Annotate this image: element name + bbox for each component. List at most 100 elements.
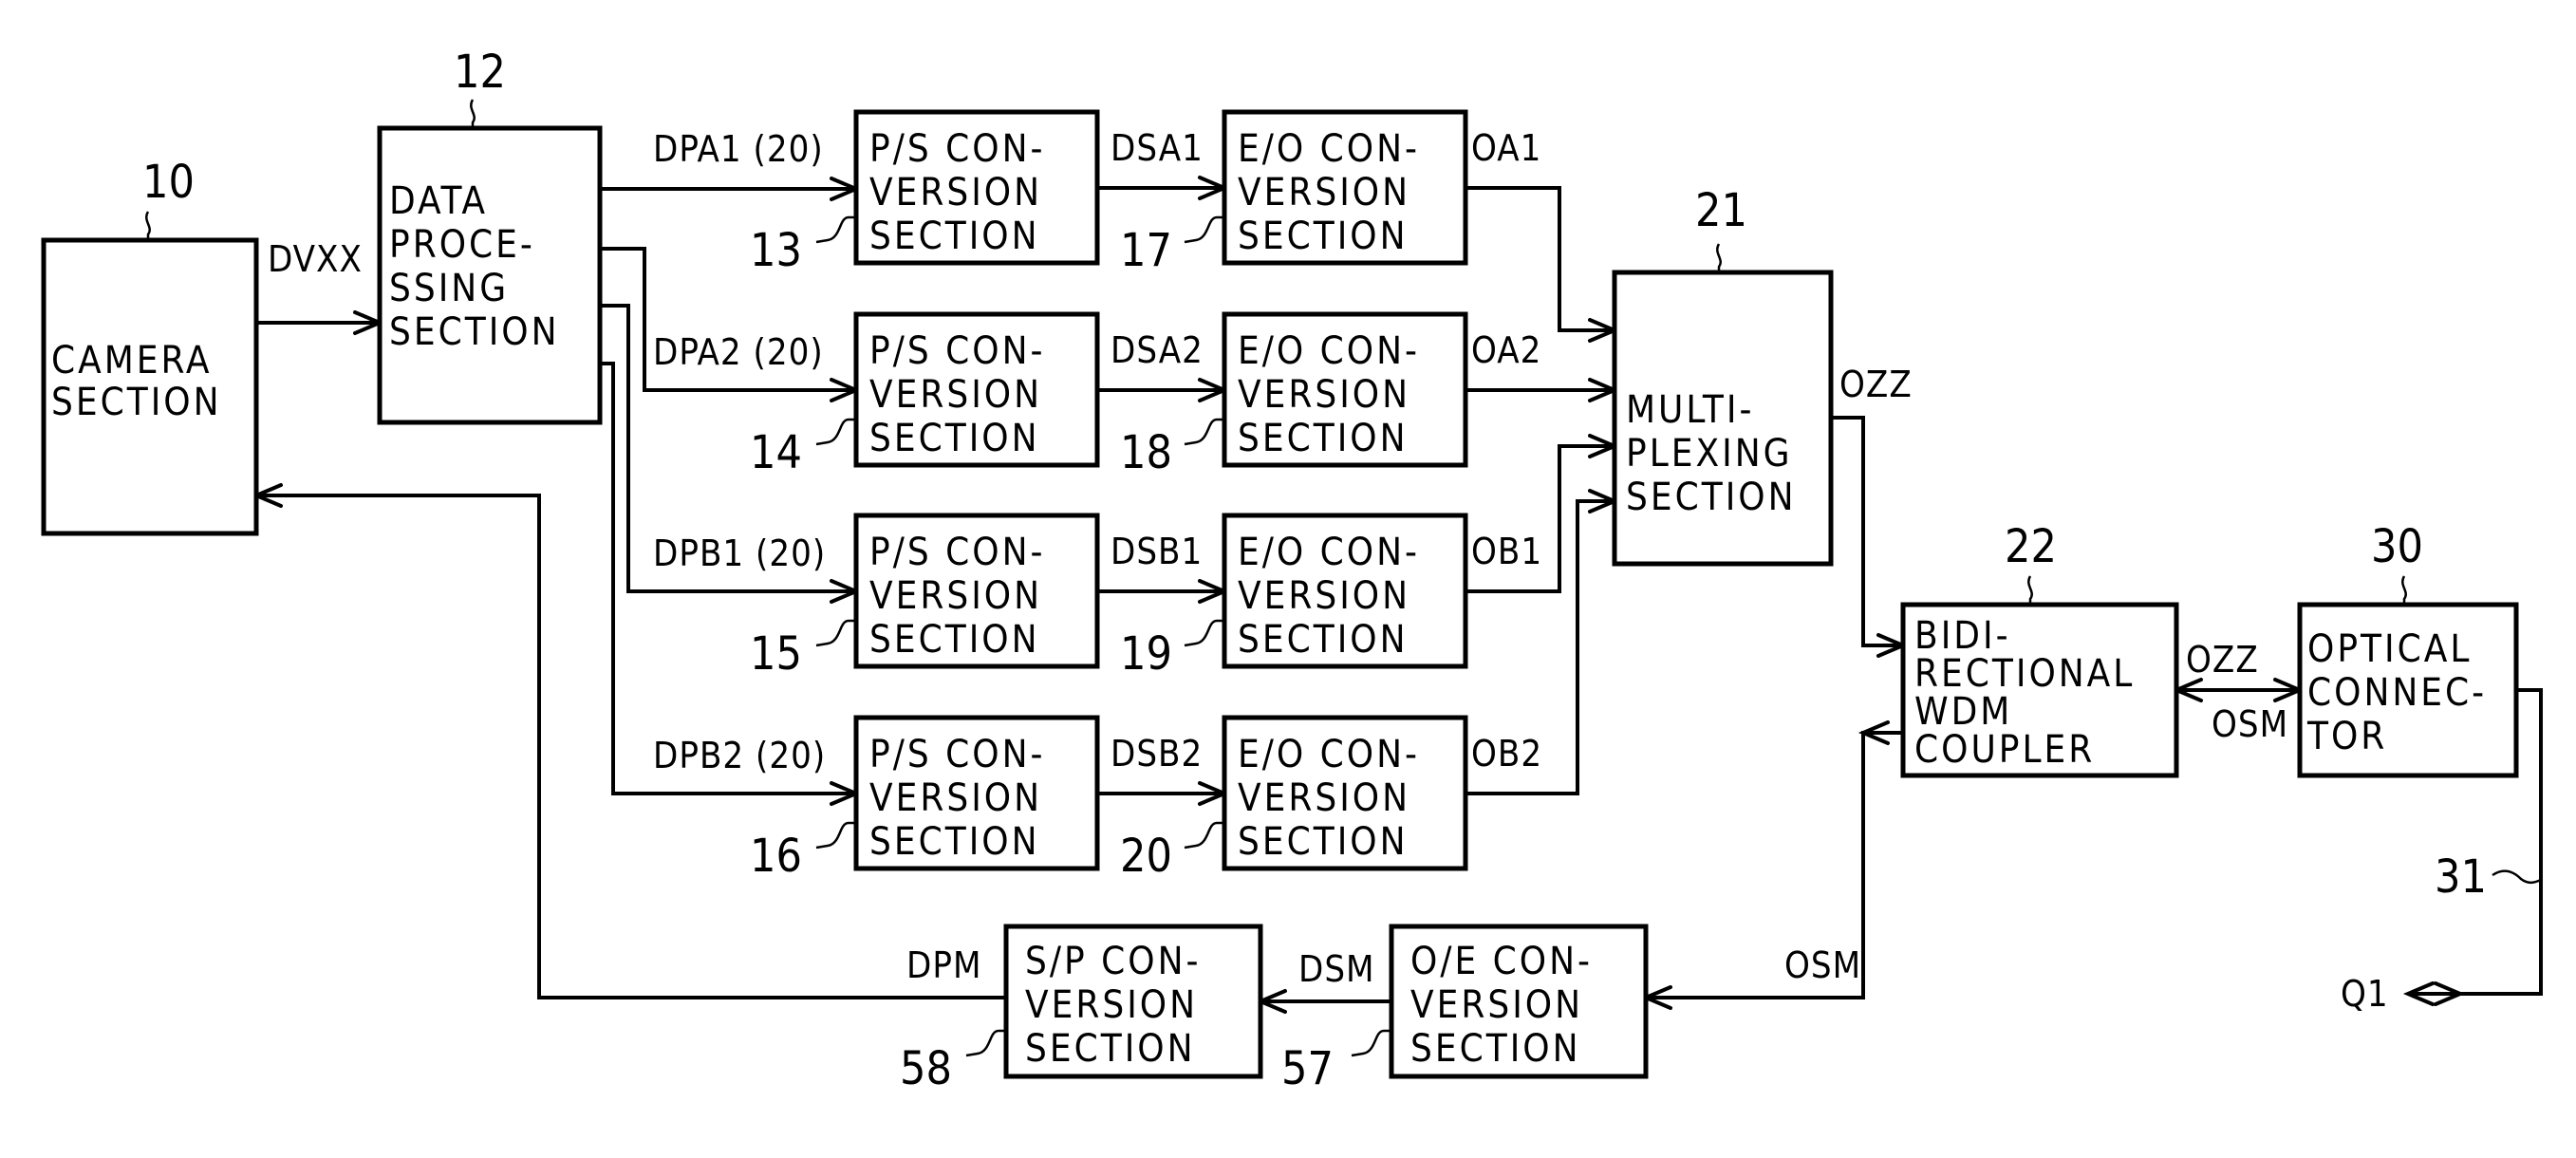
signal-label-dsb2: DSB2 bbox=[1111, 733, 1203, 775]
eo-20-block: E/O CON-VERSIONSECTION bbox=[1222, 715, 1468, 871]
optical-connector-block: OPTICALCONNEC-TOR bbox=[2297, 602, 2519, 778]
leader-line bbox=[815, 215, 856, 244]
leader-line bbox=[2401, 575, 2407, 605]
signal-label-ozz-link: OZZ bbox=[2186, 639, 2259, 681]
optical-connector-label-line: CONNEC- bbox=[2307, 671, 2487, 715]
eo-18-label-line: VERSION bbox=[1238, 373, 1410, 417]
ref-numeral-13: 13 bbox=[750, 224, 802, 277]
eo-18-label-line: SECTION bbox=[1238, 417, 1409, 460]
eo-19-label-line: SECTION bbox=[1238, 618, 1409, 662]
block-diagram: CAMERASECTION10 DATAPROCE-SSINGSECTION12P… bbox=[0, 0, 2576, 1158]
data-processing-label-line: PROCE- bbox=[389, 223, 535, 267]
data-processing-label-line: SSING bbox=[389, 267, 509, 310]
multiplexing-block: MULTI-PLEXINGSECTION bbox=[1612, 270, 1834, 567]
ref-numeral-20: 20 bbox=[1120, 830, 1172, 883]
optical-connector-label-line: OPTICAL bbox=[2307, 627, 2472, 671]
signal-label-ob1: OB1 bbox=[1471, 531, 1542, 572]
ps-15-block: P/S CON-VERSIONSECTION bbox=[853, 513, 1100, 669]
optical-connector-label-line: TOR bbox=[2306, 715, 2387, 758]
blocks: CAMERASECTION10 DATAPROCE-SSINGSECTION12P… bbox=[41, 46, 2542, 1095]
signal-label-dsb1: DSB1 bbox=[1111, 531, 1203, 572]
sp-58-label-line: SECTION bbox=[1025, 1027, 1196, 1071]
wire-ozz bbox=[1831, 416, 1903, 647]
multiplexing-label-line: MULTI- bbox=[1626, 388, 1755, 432]
ps-15-label-line: VERSION bbox=[869, 574, 1042, 618]
ps-13-label-line: SECTION bbox=[869, 215, 1040, 258]
signal-label-dvxx: DVXX bbox=[268, 238, 363, 280]
ps-13-label-line: VERSION bbox=[869, 171, 1042, 215]
sp-58-label-line: VERSION bbox=[1025, 983, 1198, 1027]
signal-label-dpb1: DPB1 (20) bbox=[653, 532, 826, 574]
leader-line bbox=[1351, 1029, 1391, 1057]
ref-numeral-15: 15 bbox=[750, 627, 802, 681]
signal-label-dpb2: DPB2 (20) bbox=[653, 735, 826, 776]
leader-line bbox=[815, 821, 856, 850]
wire-oa1 bbox=[1465, 186, 1615, 332]
oe-57-label-line: SECTION bbox=[1410, 1027, 1581, 1071]
data-processing-label-line: DATA bbox=[389, 179, 488, 223]
signal-label-oa2: OA2 bbox=[1471, 329, 1541, 371]
ps-16-label-line: P/S CON- bbox=[869, 733, 1045, 776]
leader-line bbox=[1184, 821, 1224, 850]
ps-13-block: P/S CON-VERSIONSECTION bbox=[853, 109, 1100, 266]
eo-20-label-line: SECTION bbox=[1238, 820, 1409, 864]
leader-line bbox=[470, 99, 476, 128]
leader-line bbox=[815, 619, 856, 647]
ref-numeral-19: 19 bbox=[1120, 627, 1172, 681]
ref-numeral-30: 30 bbox=[2371, 520, 2423, 573]
oe-57-label-line: VERSION bbox=[1410, 983, 1583, 1027]
eo-19-block: E/O CON-VERSIONSECTION bbox=[1222, 513, 1468, 669]
eo-20-label-line: E/O CON- bbox=[1238, 733, 1420, 776]
signal-label-oa1: OA1 bbox=[1471, 127, 1541, 169]
ps-16-block: P/S CON-VERSIONSECTION bbox=[853, 715, 1100, 871]
ref-numeral-18: 18 bbox=[1120, 426, 1172, 479]
ps-16-label-line: SECTION bbox=[869, 820, 1040, 864]
eo-17-block: E/O CON-VERSIONSECTION bbox=[1222, 109, 1468, 266]
oe-57-block: O/E CON-VERSIONSECTION bbox=[1389, 924, 1649, 1079]
signal-label-ozz-mux: OZZ bbox=[1839, 364, 1913, 405]
signal-label-dpa1: DPA1 (20) bbox=[653, 128, 824, 170]
signal-label-dpa2: DPA2 (20) bbox=[653, 331, 824, 373]
ref-numeral-21: 21 bbox=[1695, 184, 1747, 237]
camera-label-line: CAMERA bbox=[51, 339, 213, 383]
eo-17-label-line: VERSION bbox=[1238, 171, 1410, 215]
eo-20-label-line: VERSION bbox=[1238, 776, 1410, 820]
ref-numeral-10: 10 bbox=[142, 156, 195, 209]
ref-numeral-17: 17 bbox=[1120, 224, 1172, 277]
leader-line bbox=[1184, 215, 1224, 244]
leader-line bbox=[1184, 619, 1224, 647]
eo-18-label-line: E/O CON- bbox=[1238, 329, 1420, 373]
multiplexing-label-line: PLEXING bbox=[1626, 432, 1793, 476]
ps-14-block: P/S CON-VERSIONSECTION bbox=[853, 311, 1100, 468]
ref-numeral-58: 58 bbox=[900, 1042, 952, 1095]
wdm-coupler-block: BIDI-RECTIONALWDMCOUPLER bbox=[1900, 602, 2179, 778]
signal-label-dsa1: DSA1 bbox=[1111, 127, 1204, 169]
sp-58-label-line: S/P CON- bbox=[1025, 940, 1201, 983]
eo-19-label-line: E/O CON- bbox=[1238, 531, 1420, 574]
leader-line bbox=[815, 418, 856, 446]
ref-numeral-12: 12 bbox=[454, 46, 506, 99]
ps-15-label-line: P/S CON- bbox=[869, 531, 1045, 574]
wdm-coupler-label-line: COUPLER bbox=[1914, 728, 2095, 772]
eo-17-label-line: E/O CON- bbox=[1238, 127, 1420, 171]
ps-14-label-line: P/S CON- bbox=[869, 329, 1045, 373]
ref-numeral-14: 14 bbox=[750, 426, 802, 479]
signal-label-osm-link: OSM bbox=[2212, 703, 2288, 745]
multiplexing-label-line: SECTION bbox=[1626, 476, 1797, 519]
ps-16-label-line: VERSION bbox=[869, 776, 1042, 820]
sp-58-block: S/P CON-VERSIONSECTION bbox=[1003, 924, 1263, 1079]
leader-line bbox=[145, 211, 151, 240]
ps-14-label-line: VERSION bbox=[869, 373, 1042, 417]
signal-label-dsa2: DSA2 bbox=[1111, 329, 1204, 371]
signal-label-q1: Q1 bbox=[2341, 973, 2389, 1015]
wire-osm-return bbox=[1646, 731, 1903, 999]
ps-13-label-line: P/S CON- bbox=[869, 127, 1045, 171]
signal-label-dsm: DSM bbox=[1298, 948, 1375, 990]
camera-block: CAMERASECTION bbox=[41, 237, 259, 536]
eo-18-block: E/O CON-VERSIONSECTION bbox=[1222, 311, 1468, 468]
oe-57-label-line: O/E CON- bbox=[1410, 940, 1593, 983]
data-processing-block: DATAPROCE-SSINGSECTION bbox=[377, 125, 603, 425]
wire-dpb2 bbox=[600, 362, 856, 795]
leader-line bbox=[1184, 418, 1224, 446]
leader-line bbox=[1716, 243, 1722, 272]
